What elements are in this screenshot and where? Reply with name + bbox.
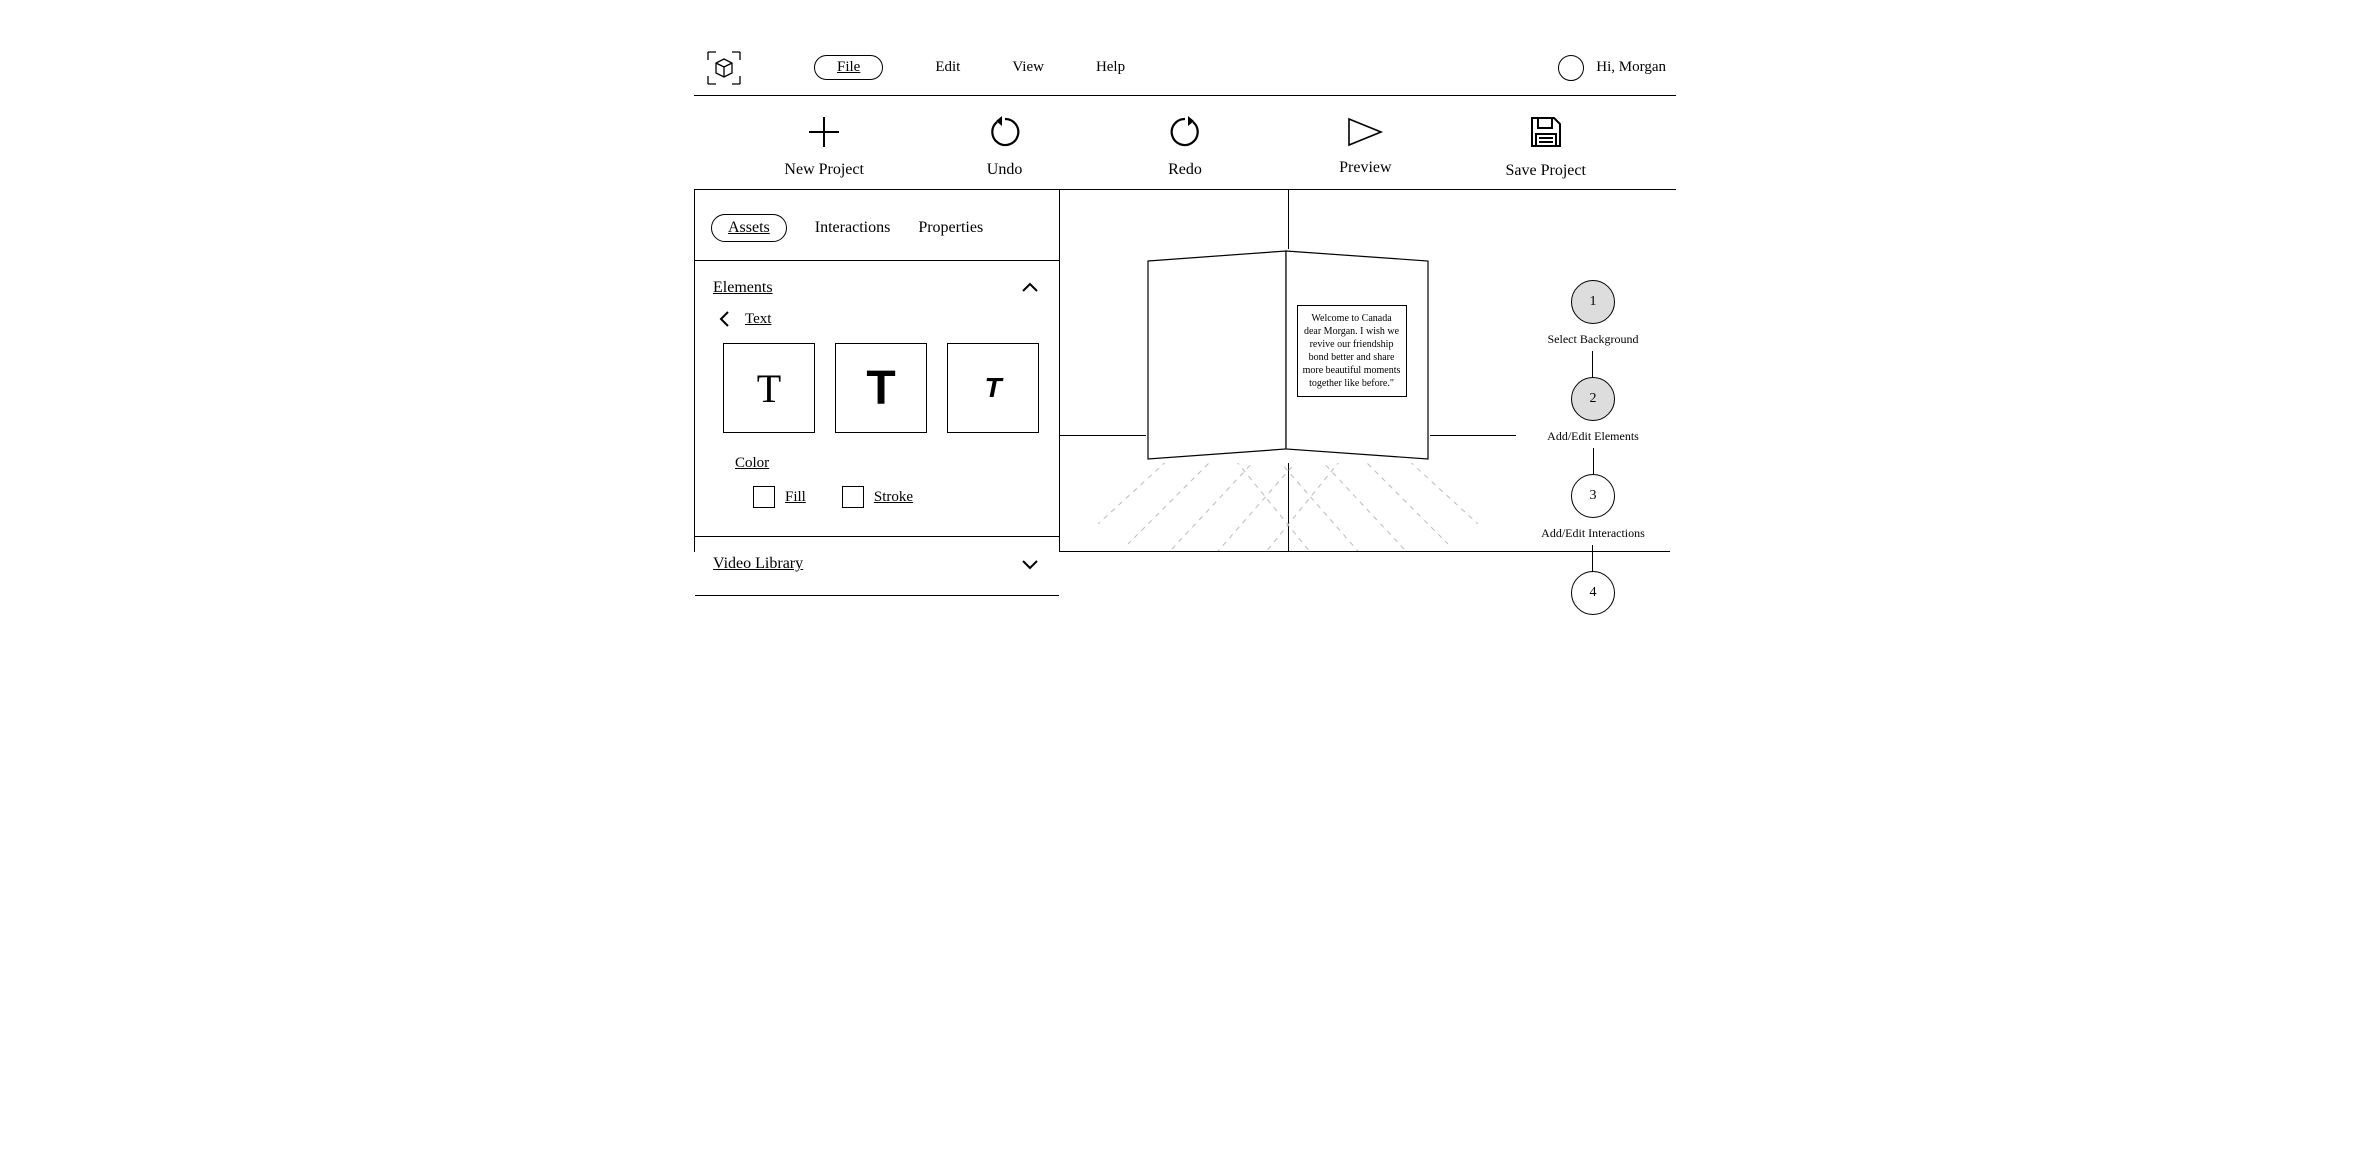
redo-button[interactable]: Redo bbox=[1125, 113, 1245, 179]
text-style-thumbs: T T T bbox=[723, 343, 1041, 433]
stroke-swatch bbox=[842, 486, 864, 508]
step-1-label: Select Background bbox=[1548, 332, 1639, 347]
step-3-button[interactable]: 3 bbox=[1571, 474, 1615, 518]
plus-icon bbox=[805, 113, 843, 151]
text-style-italic[interactable]: T bbox=[947, 343, 1039, 433]
play-icon bbox=[1343, 115, 1387, 149]
save-icon bbox=[1526, 112, 1566, 152]
video-library-title: Video Library bbox=[713, 555, 803, 573]
menu-edit[interactable]: Edit bbox=[935, 59, 960, 76]
text-style-regular[interactable]: T bbox=[723, 343, 815, 433]
side-panel: Assets Interactions Properties Elements … bbox=[694, 190, 1060, 552]
step-2-button[interactable]: 2 bbox=[1571, 377, 1615, 421]
chevron-down-icon bbox=[1019, 553, 1041, 575]
undo-icon bbox=[986, 113, 1024, 151]
undo-button[interactable]: Undo bbox=[945, 113, 1065, 179]
tool-label: Save Project bbox=[1506, 162, 1586, 180]
breadcrumb[interactable]: Text bbox=[717, 309, 1041, 329]
chevron-left-icon bbox=[717, 309, 733, 329]
menu-view[interactable]: View bbox=[1012, 59, 1044, 76]
app-logo bbox=[704, 48, 744, 88]
text-t-italic-icon: T bbox=[984, 372, 1001, 404]
step-3-label: Add/Edit Interactions bbox=[1541, 526, 1645, 541]
new-project-button[interactable]: New Project bbox=[764, 113, 884, 179]
preview-button[interactable]: Preview bbox=[1305, 115, 1425, 177]
tool-label: Redo bbox=[1168, 161, 1202, 179]
tool-label: New Project bbox=[784, 161, 864, 179]
main: Assets Interactions Properties Elements … bbox=[694, 190, 1676, 552]
menu-help[interactable]: Help bbox=[1096, 59, 1125, 76]
tab-assets[interactable]: Assets bbox=[711, 214, 787, 242]
step-connector bbox=[1592, 545, 1593, 571]
menubar: File Edit View Help Hi, Morgan bbox=[694, 40, 1676, 96]
canvas-area[interactable]: Welcome to Canada dear Morgan. I wish we… bbox=[1060, 190, 1516, 552]
text-t-icon: T bbox=[757, 365, 781, 412]
tool-label: Undo bbox=[987, 161, 1023, 179]
user-info[interactable]: Hi, Morgan bbox=[1558, 55, 1666, 81]
card-text[interactable]: Welcome to Canada dear Morgan. I wish we… bbox=[1297, 305, 1407, 397]
menu-items: File Edit View Help bbox=[814, 55, 1125, 80]
stroke-color-picker[interactable]: Stroke bbox=[842, 486, 913, 508]
fill-label: Fill bbox=[785, 489, 806, 506]
step-1-button[interactable]: 1 bbox=[1571, 280, 1615, 324]
elements-header[interactable]: Elements bbox=[713, 271, 1041, 305]
stroke-label: Stroke bbox=[874, 489, 913, 506]
step-3: 3 Add/Edit Interactions bbox=[1541, 474, 1645, 571]
elements-title: Elements bbox=[713, 279, 773, 297]
save-project-button[interactable]: Save Project bbox=[1486, 112, 1606, 180]
text-t-bold-icon: T bbox=[866, 361, 895, 416]
side-tabs: Assets Interactions Properties bbox=[695, 190, 1059, 261]
video-library-header[interactable]: Video Library bbox=[713, 547, 1041, 581]
chevron-up-icon bbox=[1019, 277, 1041, 299]
breadcrumb-text: Text bbox=[745, 311, 771, 328]
tool-label: Preview bbox=[1339, 159, 1391, 177]
step-2-label: Add/Edit Elements bbox=[1547, 429, 1639, 444]
text-style-bold[interactable]: T bbox=[835, 343, 927, 433]
menu-file[interactable]: File bbox=[814, 55, 883, 80]
redo-icon bbox=[1166, 113, 1204, 151]
avatar-icon bbox=[1558, 55, 1584, 81]
fill-color-picker[interactable]: Fill bbox=[753, 486, 806, 508]
stepper: 1 Select Background 2 Add/Edit Elements … bbox=[1516, 190, 1670, 552]
video-library-section: Video Library bbox=[695, 537, 1059, 596]
user-greeting: Hi, Morgan bbox=[1596, 59, 1666, 76]
step-4-button[interactable]: 4 bbox=[1571, 571, 1615, 615]
step-2: 2 Add/Edit Elements bbox=[1547, 377, 1639, 474]
tab-interactions[interactable]: Interactions bbox=[815, 219, 891, 237]
step-1: 1 Select Background bbox=[1548, 280, 1639, 377]
toolbar: New Project Undo Redo Preview bbox=[694, 96, 1676, 190]
step-connector bbox=[1593, 448, 1594, 474]
card-preview[interactable]: Welcome to Canada dear Morgan. I wish we… bbox=[1146, 249, 1430, 463]
color-row: Fill Stroke bbox=[753, 486, 1041, 508]
tab-properties[interactable]: Properties bbox=[918, 219, 983, 237]
color-heading: Color bbox=[735, 455, 1041, 472]
step-connector bbox=[1592, 351, 1593, 377]
step-4: 4 bbox=[1571, 571, 1615, 615]
elements-section: Elements Text T T T Color bbox=[695, 261, 1059, 537]
fill-swatch bbox=[753, 486, 775, 508]
